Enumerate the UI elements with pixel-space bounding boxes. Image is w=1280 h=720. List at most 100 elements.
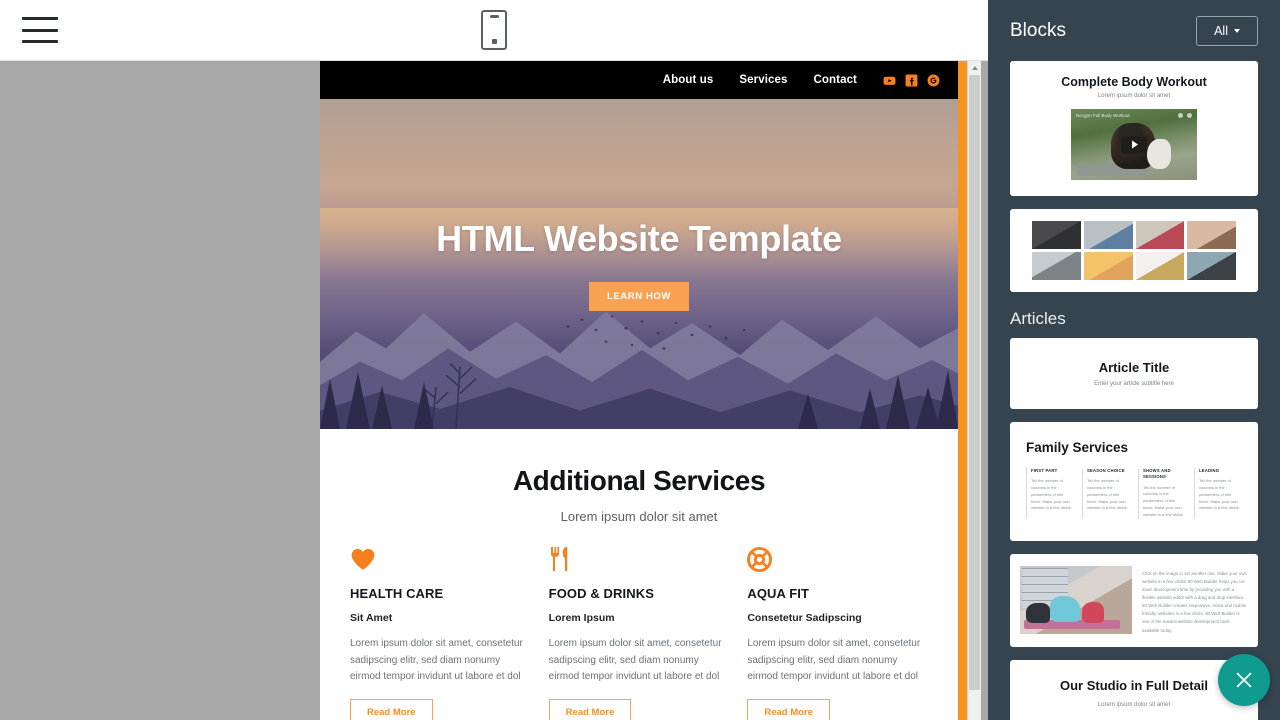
nav-link-contact[interactable]: Contact: [813, 74, 857, 86]
gallery-tile: [1083, 221, 1133, 249]
gallery-tile: [1187, 252, 1236, 280]
column-heading: LEADING: [1199, 468, 1220, 473]
hamburger-menu-icon[interactable]: [22, 17, 58, 43]
column-body: Tell the number of columns in the parame…: [1087, 478, 1128, 511]
gallery-tile: [1187, 221, 1236, 249]
editor-area: About us Services Contact HTML Website T…: [0, 0, 988, 720]
device-speaker: [489, 15, 499, 18]
service-subtitle: Consetetur Sadipscing: [747, 612, 862, 624]
column-heading: SEASON CHOICE: [1087, 468, 1125, 473]
column-heading: FIRST PART: [1031, 468, 1058, 473]
block-complete-body-workout[interactable]: Complete Body Workout Lorem ipsum dolor …: [1010, 61, 1258, 196]
family-column: FIRST PART Tell the number of columns in…: [1026, 468, 1074, 519]
person-figure: [1026, 602, 1050, 623]
gallery-tile: [1135, 252, 1185, 280]
block-body-text: Click on the image to set another one. M…: [1142, 570, 1247, 633]
hero-section: HTML Website Template LEARN HOW: [320, 99, 958, 429]
block-subtitle: Lorem ipsum dolor sit amet: [1097, 93, 1171, 99]
play-icon[interactable]: [1121, 136, 1147, 153]
service-cards: HEALTH CARE Sit Amet Lorem ipsum dolor s…: [350, 546, 928, 720]
block-image-with-text[interactable]: Click on the image to set another one. M…: [1010, 553, 1258, 647]
blocks-filter-dropdown[interactable]: All: [1196, 15, 1258, 46]
family-column: SEASON CHOICE Tell the number of columns…: [1082, 468, 1130, 519]
website-preview-frame: About us Services Contact HTML Website T…: [320, 61, 958, 720]
towel: [1147, 139, 1171, 169]
social-links: [883, 74, 940, 87]
scrollbar-thumb[interactable]: [969, 75, 980, 690]
service-subtitle: Lorem Ipsum: [548, 612, 615, 624]
google-plus-icon[interactable]: [927, 74, 940, 87]
service-title: HEALTH CARE: [350, 586, 444, 601]
facebook-icon[interactable]: [905, 74, 918, 87]
block-title: Article Title: [1098, 360, 1170, 375]
block-family-services[interactable]: Family Services FIRST PART Tell the numb…: [1010, 422, 1258, 541]
family-columns: FIRST PART Tell the number of columns in…: [1026, 468, 1242, 519]
block-image-gallery[interactable]: [1010, 209, 1258, 292]
close-panel-button[interactable]: [1218, 654, 1270, 706]
canvas-scrollbar[interactable]: [967, 61, 981, 720]
gallery-tile: [1135, 221, 1185, 249]
nav-link-about-us[interactable]: About us: [663, 74, 714, 86]
column-body: Tell the number of columns in the parame…: [1031, 478, 1072, 511]
editor-toolbar: [0, 0, 988, 61]
service-body: Lorem ipsum dolor sit amet, consetetur s…: [747, 638, 921, 682]
video-controls: [1178, 113, 1192, 118]
column-body: Tell the number of columns in the parame…: [1199, 478, 1240, 511]
service-body: Lorem ipsum dolor sit amet, consetetur s…: [350, 638, 523, 682]
blocks-panel-header: Blocks All: [988, 0, 1280, 61]
person-figure: [1082, 601, 1104, 623]
scroll-up-arrow-icon[interactable]: [968, 61, 981, 74]
family-column: LEADING Tell the number of columns in th…: [1194, 468, 1242, 519]
yoga-class-photo: [1020, 565, 1132, 634]
filter-label: All: [1214, 23, 1228, 38]
service-body: Lorem ipsum dolor sit amet, consetetur s…: [548, 638, 722, 682]
column-heading: SHOWS AND SESSIONS: [1143, 468, 1171, 480]
gallery-tile: [1032, 252, 1081, 280]
service-title: FOOD & DRINKS: [548, 586, 654, 601]
read-more-button[interactable]: Read More: [548, 698, 632, 720]
service-title: AQUA FIT: [747, 586, 810, 601]
app-root: About us Services Contact HTML Website T…: [0, 0, 1280, 720]
video-label: No-gym Full Body Workout: [1076, 113, 1130, 118]
services-subheading: Lorem ipsum dolor sit amet: [560, 509, 718, 524]
gallery-tile: [1083, 252, 1133, 280]
block-title: Family Services: [1026, 440, 1129, 455]
column-body: Tell the number of columns in the parame…: [1143, 484, 1184, 517]
panel-title: Blocks: [1010, 19, 1066, 41]
hero-title: HTML Website Template: [436, 217, 842, 259]
block-title: Complete Body Workout: [1061, 75, 1207, 89]
chevron-down-icon: [1234, 28, 1240, 33]
canvas-resize-handle[interactable]: [958, 61, 967, 720]
read-more-button[interactable]: Read More: [350, 698, 433, 720]
learn-how-button[interactable]: LEARN HOW: [589, 281, 689, 311]
heart-icon: [350, 546, 531, 572]
site-navigation: About us Services Contact: [320, 61, 958, 99]
life-preserver-icon: [747, 546, 928, 572]
block-subtitle: Lorem ipsum dolor sit amet: [1097, 701, 1171, 708]
close-icon: [1236, 672, 1252, 688]
device-home-button: [491, 39, 497, 44]
gallery-grid: [1032, 221, 1236, 280]
read-more-button[interactable]: Read More: [747, 698, 830, 720]
preview-canvas: About us Services Contact HTML Website T…: [0, 61, 988, 720]
gallery-tile: [1032, 221, 1081, 249]
blocks-panel: Blocks All Complete Body Workout Lorem i…: [988, 0, 1280, 720]
additional-services-section: Additional Services Lorem ipsum dolor si…: [320, 429, 958, 720]
mobile-device-icon[interactable]: [481, 10, 507, 50]
service-card-health-care: HEALTH CARE Sit Amet Lorem ipsum dolor s…: [350, 546, 531, 720]
youtube-icon[interactable]: [883, 74, 896, 87]
services-heading: Additional Services: [512, 465, 766, 496]
block-subtitle: Enter your article subtitle here: [1094, 381, 1174, 387]
block-article-title[interactable]: Article Title Enter your article subtitl…: [1010, 338, 1258, 409]
nav-link-services[interactable]: Services: [739, 74, 787, 86]
service-card-aqua-fit: AQUA FIT Consetetur Sadipscing Lorem ips…: [747, 546, 928, 720]
blocks-group-articles: Articles: [1010, 309, 1066, 328]
person-figure: [1050, 595, 1080, 622]
family-column: SHOWS AND SESSIONS Tell the number of co…: [1138, 468, 1186, 519]
block-title: Our Studio in Full Detail: [1059, 677, 1209, 693]
blocks-list[interactable]: Complete Body Workout Lorem ipsum dolor …: [988, 61, 1280, 720]
video-thumbnail: No-gym Full Body Workout: [1071, 109, 1197, 180]
fork-and-knife-icon: [549, 546, 730, 572]
service-subtitle: Sit Amet: [350, 612, 393, 624]
service-card-food-and-drinks: FOOD & DRINKS Lorem Ipsum Lorem ipsum do…: [548, 546, 730, 720]
